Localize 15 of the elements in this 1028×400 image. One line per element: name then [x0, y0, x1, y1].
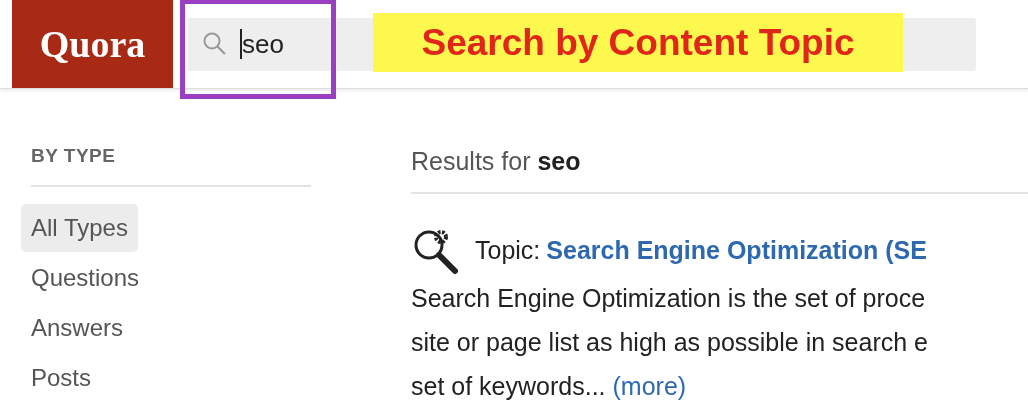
more-link[interactable]: (more): [612, 372, 687, 400]
quora-logo[interactable]: Quora: [12, 0, 173, 88]
sidebar-item[interactable]: Questions: [21, 254, 150, 302]
results-heading: Results for seo: [411, 147, 582, 176]
sidebar-heading: BY TYPE: [31, 145, 116, 167]
snippet-text: set of keywords...: [411, 372, 606, 400]
topic-prefix: Topic:: [475, 235, 541, 265]
search-icon: [202, 31, 228, 57]
snippet-text: site or page list as high as possible in search e: [411, 328, 928, 356]
sidebar-item[interactable]: All Types: [21, 204, 138, 252]
topic-link[interactable]: Search Engine Optimization (SE: [546, 235, 927, 265]
sidebar-item[interactable]: Answers: [21, 304, 134, 352]
sidebar-item[interactable]: Posts: [21, 354, 102, 400]
snippet-text: Search Engine Optimization is the set of proce: [411, 284, 926, 312]
annotation-label: Search by Content Topic: [373, 13, 903, 72]
